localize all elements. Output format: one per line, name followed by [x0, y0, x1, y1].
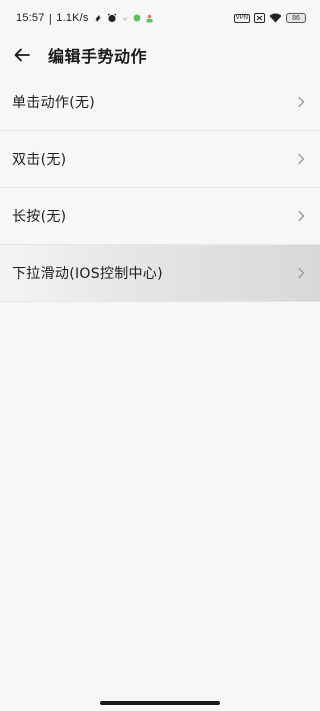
page-title: 编辑手势动作 [48, 47, 148, 66]
chevron-right-icon [296, 95, 306, 109]
app-bar: 编辑手势动作 [0, 36, 320, 74]
chevron-right-icon [296, 209, 306, 223]
list-item-double-tap[interactable]: 双击(无) [0, 131, 320, 188]
network-speed: 1.1K/s [56, 12, 89, 24]
battery-level: 86 [292, 14, 300, 22]
list-item-long-press[interactable]: 长按(无) [0, 188, 320, 245]
battery-icon: 86 [286, 13, 306, 23]
status-bar: 15:57 | 1.1K/s VPN 86 [0, 0, 320, 36]
do-not-disturb-icon [93, 13, 103, 23]
person-icon [145, 14, 154, 23]
back-button[interactable] [0, 36, 44, 74]
list-item-swipe-down[interactable]: 下拉滑动(IOS控制中心) [0, 245, 320, 302]
green-dot-icon [133, 14, 141, 22]
wifi-icon [269, 13, 282, 23]
chevron-right-icon [296, 152, 306, 166]
alarm-icon [107, 13, 117, 23]
list-item-single-tap[interactable]: 单击动作(无) [0, 74, 320, 131]
vpn-icon: VPN [233, 13, 250, 23]
arrow-left-icon [13, 46, 31, 64]
sim-x-icon [254, 13, 265, 23]
home-indicator[interactable] [100, 701, 220, 705]
status-separator: | [48, 11, 53, 25]
list-item-label: 单击动作(无) [12, 95, 96, 111]
chevron-right-icon [296, 266, 306, 280]
status-time: 15:57 [16, 12, 45, 24]
list-item-label: 下拉滑动(IOS控制中心) [12, 266, 163, 282]
status-bar-right: VPN 86 [233, 13, 306, 23]
status-bar-left: 15:57 | 1.1K/s [16, 12, 154, 25]
list-item-label: 双击(无) [12, 152, 67, 168]
gesture-action-list: 单击动作(无) 双击(无) 长按(无) 下拉滑动(IOS控制中心) [0, 74, 320, 302]
dot-icon [121, 14, 129, 22]
list-item-label: 长按(无) [12, 209, 67, 225]
